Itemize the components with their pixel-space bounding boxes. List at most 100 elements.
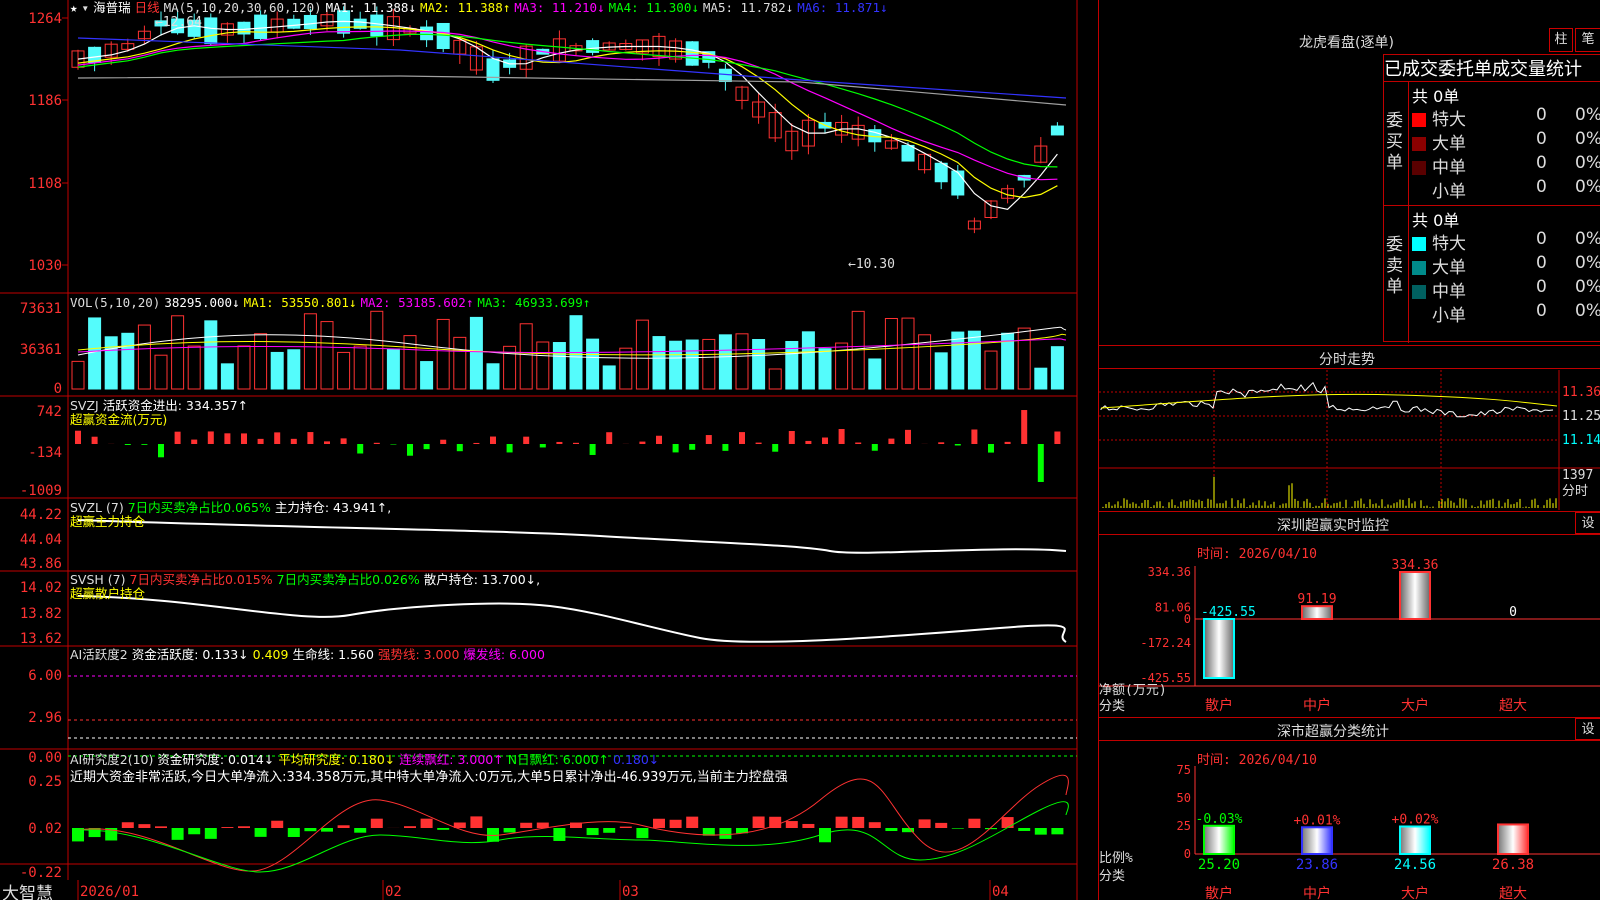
ai-active-panel[interactable] [68,675,1077,757]
candle [453,39,467,64]
monitor-tick-label: -172.24 [1140,636,1191,650]
order-stat-row: 特大 0 0% [1412,105,1600,130]
color-swatch-icon [1412,309,1426,323]
vol-ma3: MA3: 46933.699↑ [477,295,591,310]
research-bar [204,828,217,839]
ratio-bar [1497,823,1529,855]
candle [1050,122,1064,136]
ai-lifeline: 生命线: 1.560 [292,647,374,662]
svsh-panel[interactable] [77,595,1067,643]
fund-flow-bar [988,444,994,453]
settings-caret-icon[interactable]: ▾ [82,0,90,15]
research-bar [404,826,416,828]
volume-bar [320,321,334,390]
monitor-x-title: 分类 [1099,699,1125,714]
candle [619,39,633,51]
tick-view-button[interactable]: 笔 [1575,28,1600,52]
volume-bar [768,368,782,390]
monitor-tick-label: 0 [1184,612,1191,626]
price-tick-label: 1264 [28,11,62,27]
svsh-tick-label: 14.02 [20,580,62,596]
net-flow-chart[interactable]: 时间: 2026/04/10334.3681.060-172.24-425.55… [1099,536,1600,716]
fund-flow-bar [274,432,281,444]
star-icon[interactable]: ★ [70,0,78,15]
monitor-title: 深圳超赢实时监控 [1277,518,1389,534]
fund-flow-bar [656,435,662,444]
monitor-title-bar: 深圳超赢实时监控 设 [1099,511,1600,535]
column-view-button[interactable]: 柱 [1549,28,1573,52]
monitor-category-label: 中户 [1303,697,1331,714]
research-bar [802,823,815,828]
ratio-value-label: 26.38 [1492,857,1534,873]
volume-bar [967,330,981,390]
ai-nday-red: N日飘红: 6.000↑ [507,752,610,767]
intraday-chart[interactable]: 11.36 11.25 11.14 1397分时 [1099,370,1600,510]
order-count: 0 [1536,229,1547,249]
candle [685,40,699,66]
candle [735,85,749,110]
candle-body [951,170,965,196]
volume-panel[interactable] [71,310,1067,390]
volume-bar [154,354,168,390]
research-bar [155,826,167,828]
candle [652,32,666,66]
ai-research-panel[interactable] [72,774,1069,873]
research-bar [138,824,151,828]
intraday-title: 分时走势 [1319,352,1375,368]
research-bar [1034,828,1047,835]
ma6-value: MA6: 11.871↓ [797,0,888,15]
order-type: 特大 [1432,234,1466,254]
candle-body [204,17,218,45]
volume-bar [735,333,749,390]
buy-side-label: 委买单 [1386,111,1403,173]
ratio-value-label: 24.56 [1394,857,1436,873]
monitor-category-label: 超大 [1499,698,1527,714]
fund-flow-bar [340,438,347,444]
fund-flow-bar [407,444,413,456]
candlestick-panel[interactable]: ←12.64 ←10.30 [71,6,1067,272]
candle [1034,137,1048,164]
ratio-change-label: -0.03% [1196,812,1243,827]
fund-flow-bar [871,444,878,451]
ratio-chart[interactable]: 时间: 2026/04/10 75 50 25 0 -0.03% 25.20 散户 +0.01%… [1099,742,1600,900]
candle [868,125,882,152]
research-bar [304,828,317,832]
volume-bar [270,351,284,390]
color-swatch-icon [1412,113,1426,127]
candle-body [901,144,915,162]
candle-body [303,14,317,30]
ratio-change-label: +0.01% [1294,813,1341,828]
stats-settings-button[interactable]: 设 [1575,718,1600,740]
net-flow-bar [1203,618,1235,679]
svsh-tick-label: 13.62 [20,631,62,647]
ai-active-tick-label: 6.00 [28,668,62,684]
candle [635,39,649,61]
fund-flow-bar [373,442,380,444]
fund-flow-bar [257,438,264,444]
order-count: 0 [1536,253,1547,273]
svzj-panel[interactable] [75,410,1061,482]
net-flow-bar [1301,605,1333,621]
period-label[interactable]: 日线 [135,0,160,15]
order-count: 0 [1536,153,1547,173]
candle-body [718,68,732,83]
fund-flow-bar [954,444,961,446]
date-label: 2026/01 [80,884,139,900]
fund-flow-bar [506,444,513,453]
buy-total: 共 0单 [1412,87,1460,106]
vol-ma2: MA2: 53185.602↑ [360,295,474,310]
monitor-time: 时间: 2026/04/10 [1197,547,1317,562]
fund-flow-bar [423,444,430,450]
date-label: 04 [992,884,1009,900]
monitor-settings-button[interactable]: 设 [1575,512,1600,534]
svzl-panel[interactable] [77,519,1067,554]
fund-flow-bar [1004,441,1011,444]
ma2-value: MA2: 11.388↑ [419,0,511,15]
volume-bar [552,342,566,390]
stats-title-bar: 深市超赢分类统计 设 [1099,717,1600,741]
order-type: 中单 [1432,158,1466,178]
volume-bar [171,315,185,390]
research-bar [669,819,682,828]
order-pct: 0% [1575,229,1600,249]
volume-bar [1034,367,1048,390]
